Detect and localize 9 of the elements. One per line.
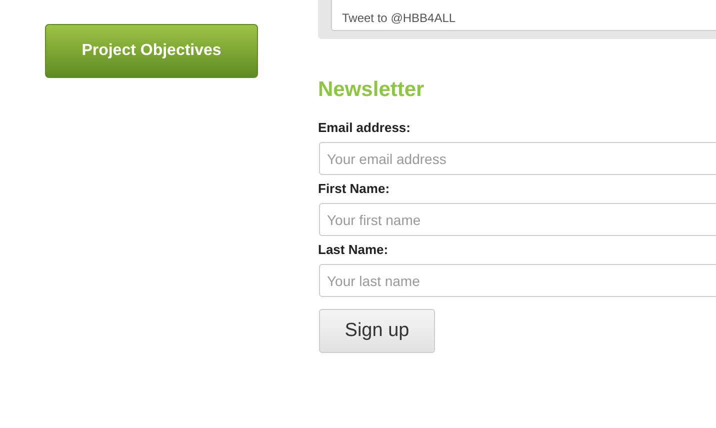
newsletter-heading: Newsletter xyxy=(318,77,424,103)
text-field[interactable]: Your first name xyxy=(319,203,716,236)
tweet-field[interactable]: Tweet to @HBB4ALL xyxy=(331,0,716,31)
field-label: Email address: xyxy=(318,120,410,136)
text-field[interactable]: Your last name xyxy=(319,264,716,297)
sign-up-button[interactable]: Sign up xyxy=(319,309,435,353)
field-label: Last Name: xyxy=(318,242,388,258)
text-field[interactable]: Your email address xyxy=(319,142,716,175)
field-label: First Name: xyxy=(318,181,390,197)
